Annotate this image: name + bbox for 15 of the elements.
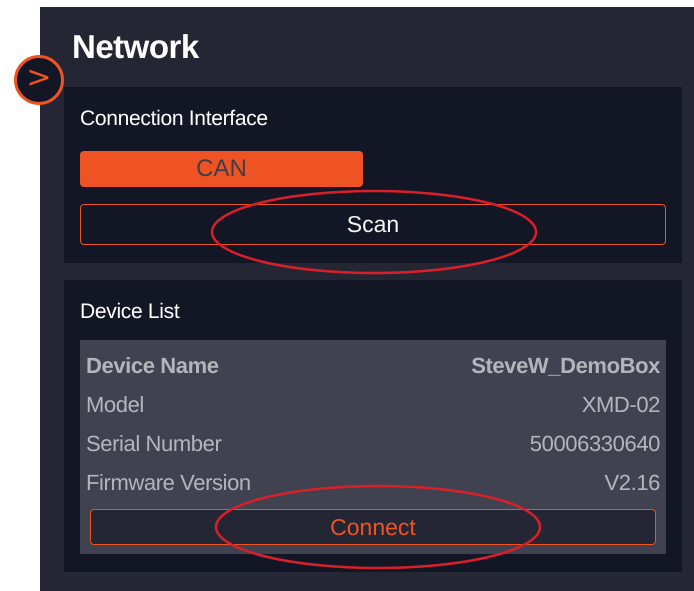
field-label: Device Name	[86, 352, 219, 378]
field-value: XMD-02	[582, 392, 660, 418]
interface-option[interactable]: CAN	[80, 151, 363, 187]
panel-title: Network	[72, 27, 200, 67]
scan-button[interactable]: Scan	[80, 204, 666, 245]
field-label: Model	[86, 392, 144, 418]
field-value: 50006330640	[530, 430, 660, 456]
field-label: Serial Number	[86, 430, 222, 456]
section-heading: Device List	[80, 299, 180, 325]
field-label: Firmware Version	[86, 470, 251, 496]
collapse-button[interactable]: >	[14, 55, 64, 105]
connect-button[interactable]: Connect	[90, 509, 656, 545]
section-heading: Connection Interface	[80, 106, 269, 132]
field-value: SteveW_DemoBox	[471, 352, 660, 378]
field-value: V2.16	[604, 470, 660, 496]
